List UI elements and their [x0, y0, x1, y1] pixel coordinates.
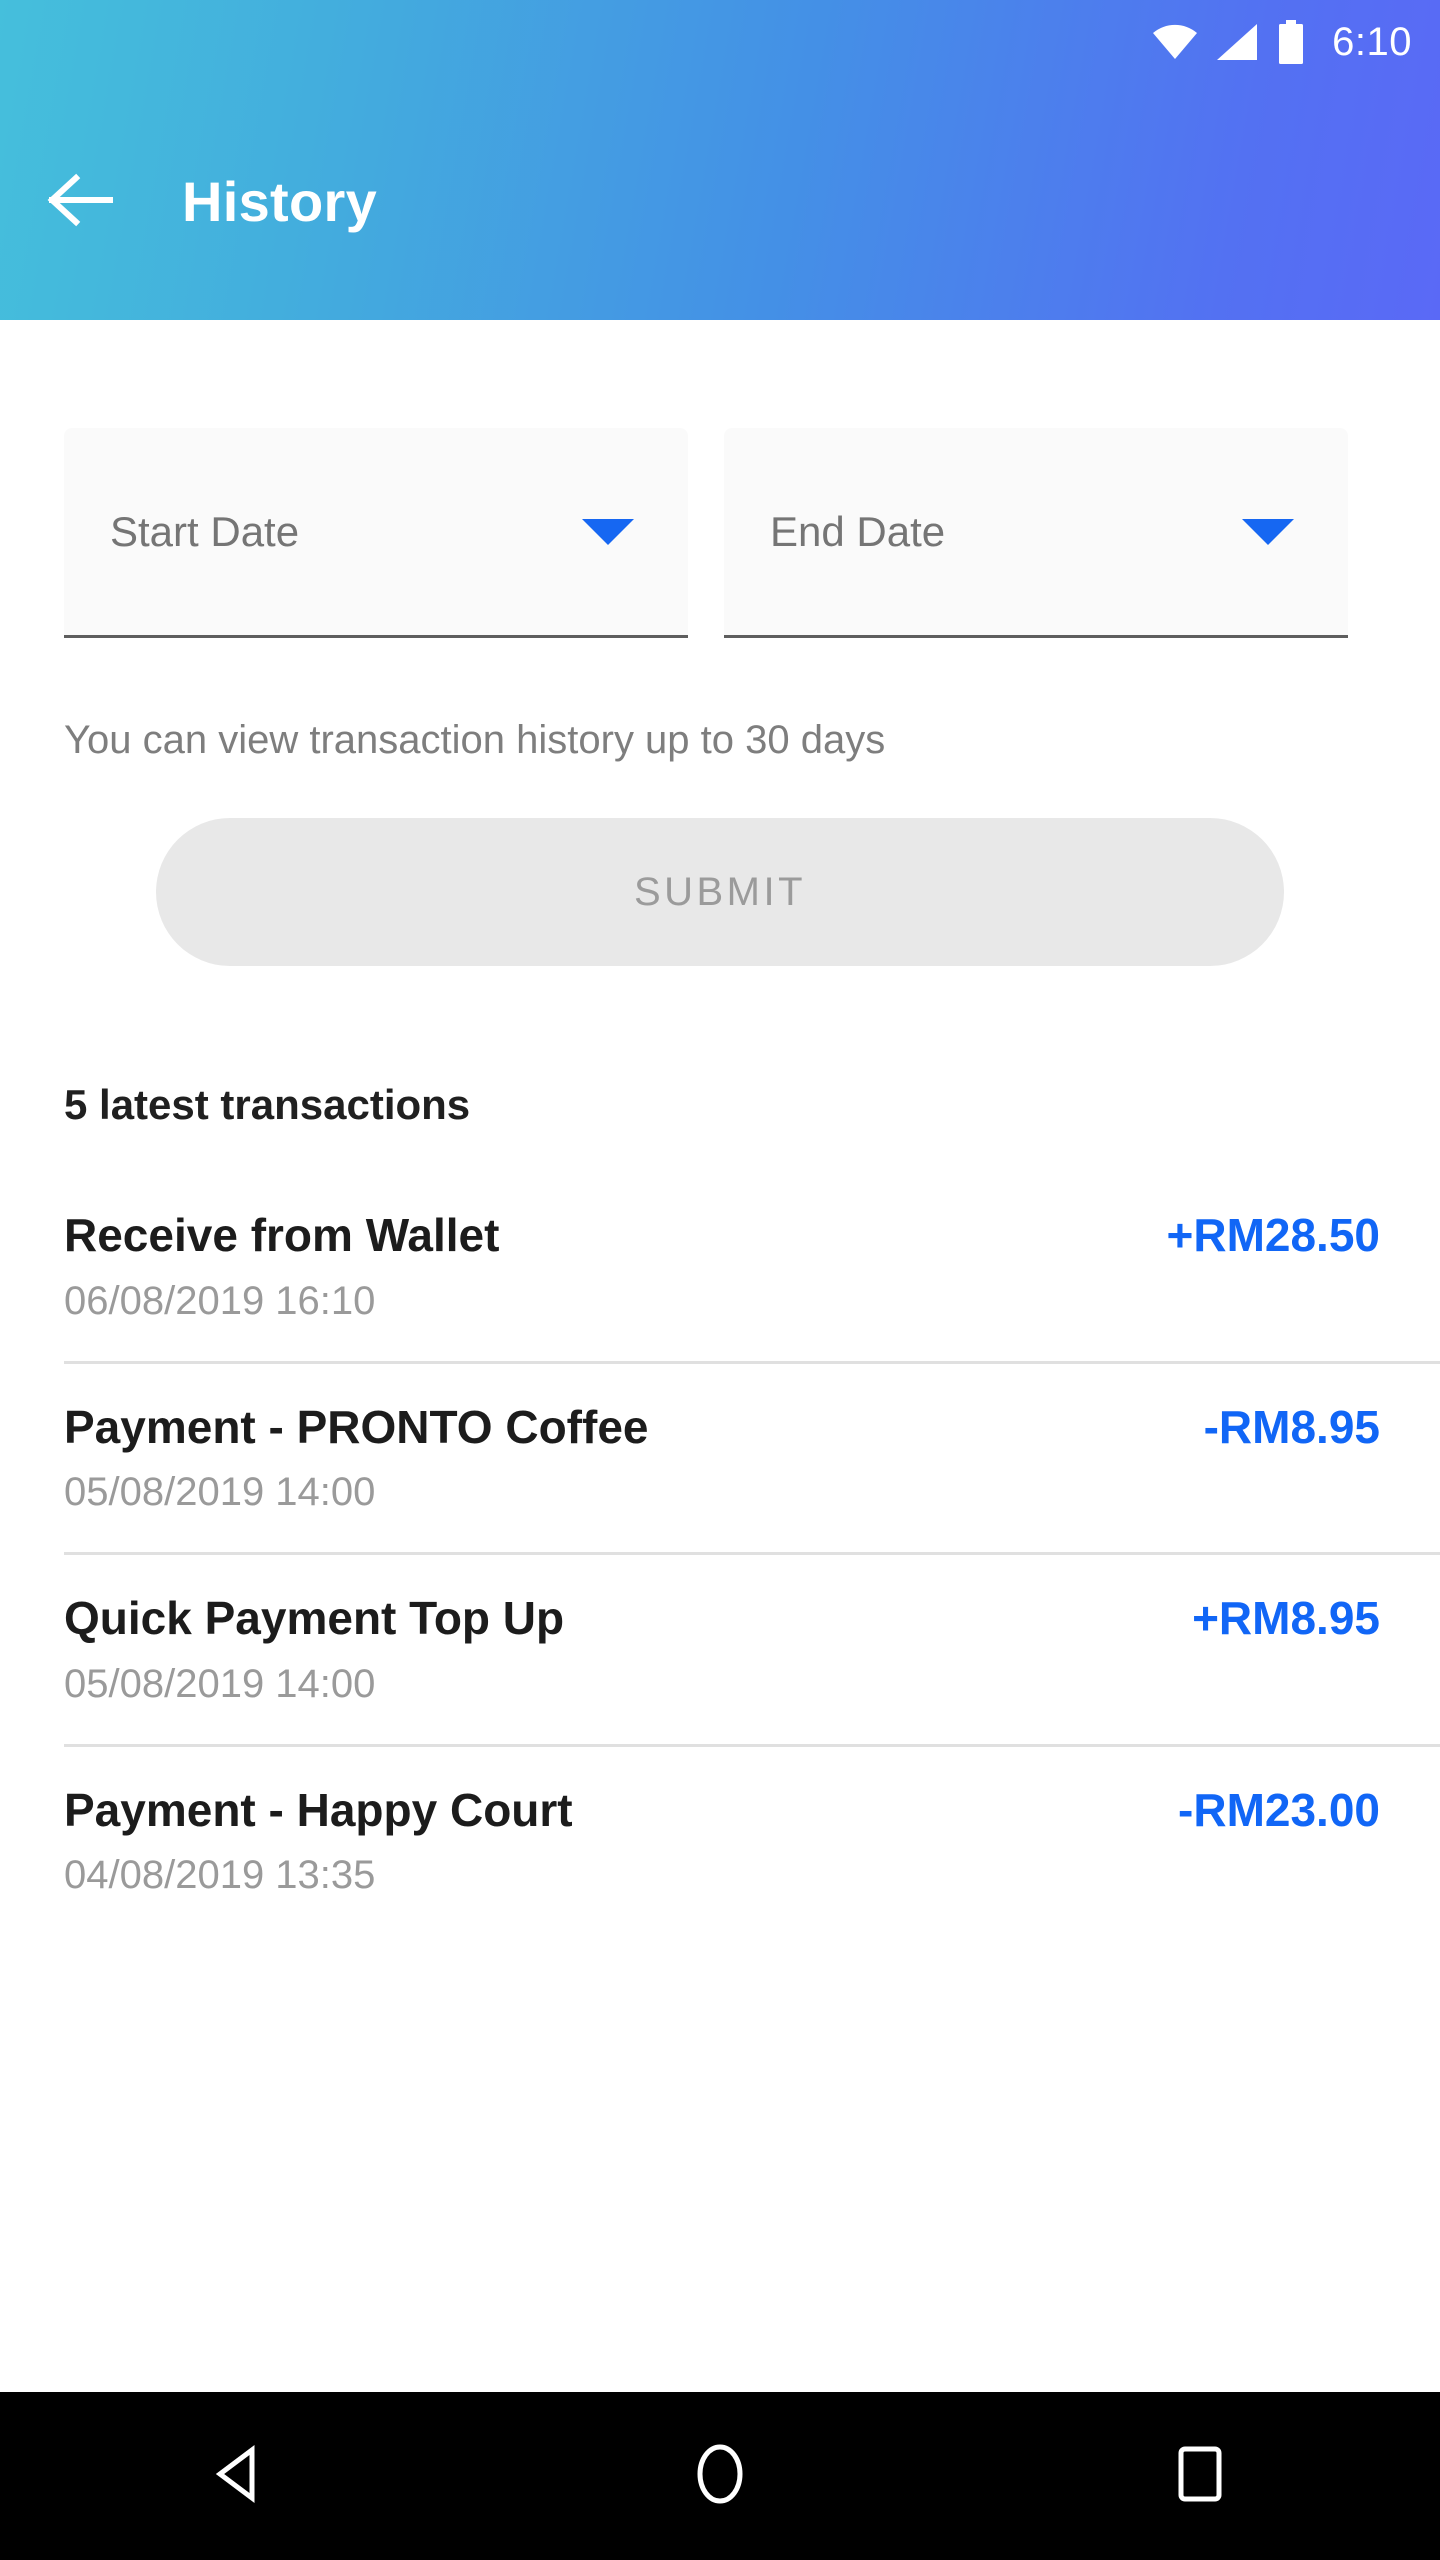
chevron-down-icon[interactable] — [1242, 518, 1294, 545]
end-date-label: End Date — [770, 507, 946, 555]
system-navigation-bar — [0, 2392, 1440, 2560]
square-recents-icon — [1175, 2443, 1225, 2510]
transaction-datetime: 04/08/2019 13:35 — [64, 1853, 376, 1898]
transactions-list: Receive from Wallet +RM28.50 06/08/2019 … — [0, 1172, 1440, 1935]
app-screen: 6:10 History Start Date End Date You can… — [0, 0, 1440, 2560]
wifi-icon — [1152, 24, 1198, 60]
submit-button-container: SUBMIT — [0, 818, 1440, 966]
nav-recents-button[interactable] — [1110, 2416, 1290, 2536]
transaction-name: Payment - PRONTO Coffee — [64, 1400, 649, 1453]
transaction-name: Quick Payment Top Up — [64, 1592, 565, 1645]
date-filter-row: Start Date End Date — [0, 428, 1440, 638]
transactions-section-title: 5 latest transactions — [64, 1081, 471, 1128]
transaction-name: Payment - Happy Court — [64, 1783, 573, 1836]
transaction-datetime: 06/08/2019 16:10 — [64, 1278, 376, 1323]
battery-icon — [1276, 20, 1306, 64]
table-row[interactable]: Payment - PRONTO Coffee -RM8.95 05/08/20… — [0, 1364, 1440, 1553]
transaction-amount: -RM8.95 — [1203, 1400, 1380, 1453]
table-row[interactable]: Payment - Happy Court -RM23.00 04/08/201… — [0, 1747, 1440, 1936]
nav-back-button[interactable] — [150, 2416, 330, 2536]
start-date-field[interactable]: Start Date — [64, 428, 688, 638]
status-bar-icons — [1152, 20, 1306, 64]
table-row[interactable]: Receive from Wallet +RM28.50 06/08/2019 … — [0, 1172, 1440, 1361]
status-bar: 6:10 — [0, 0, 1440, 84]
table-row[interactable]: Quick Payment Top Up +RM8.95 05/08/2019 … — [0, 1555, 1440, 1744]
transaction-amount: +RM8.95 — [1192, 1592, 1380, 1645]
cellular-signal-icon — [1215, 23, 1259, 61]
back-button[interactable] — [42, 163, 120, 241]
history-range-helper-text: You can view transaction history up to 3… — [64, 718, 886, 762]
end-date-field[interactable]: End Date — [724, 428, 1348, 638]
triangle-back-icon — [212, 2444, 268, 2509]
transaction-name: Receive from Wallet — [64, 1209, 500, 1261]
chevron-down-icon[interactable] — [582, 518, 634, 545]
transaction-amount: +RM28.50 — [1166, 1209, 1380, 1261]
circle-home-icon — [694, 2443, 746, 2510]
transaction-amount: -RM23.00 — [1178, 1783, 1380, 1836]
app-header: 6:10 History — [0, 0, 1440, 320]
start-date-label: Start Date — [110, 507, 300, 555]
page-title: History — [182, 170, 378, 233]
submit-button[interactable]: SUBMIT — [156, 818, 1284, 966]
transaction-datetime: 05/08/2019 14:00 — [64, 1470, 376, 1515]
transaction-datetime: 05/08/2019 14:00 — [64, 1661, 376, 1706]
app-bar: History — [0, 84, 1440, 320]
nav-home-button[interactable] — [630, 2416, 810, 2536]
status-bar-clock: 6:10 — [1332, 20, 1412, 64]
arrow-left-icon — [46, 170, 116, 235]
